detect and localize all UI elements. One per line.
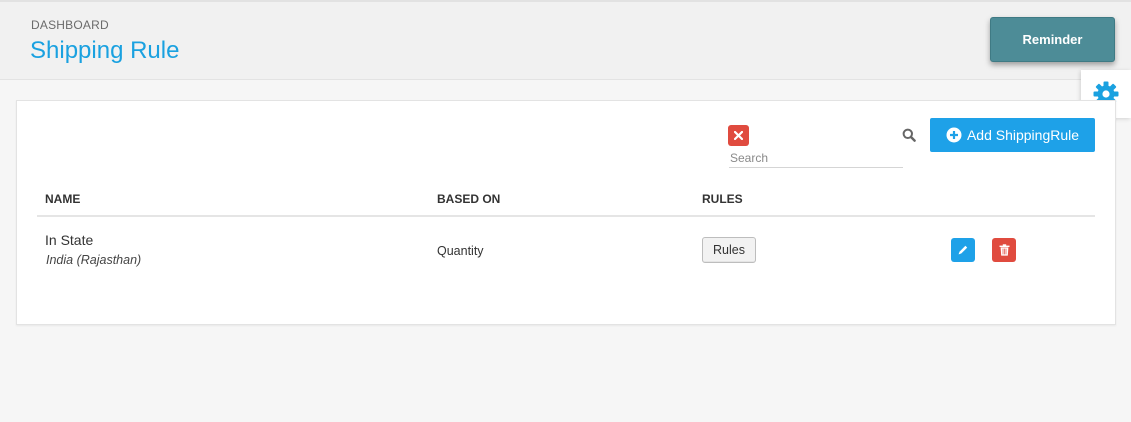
search-input[interactable] — [729, 149, 903, 168]
trash-icon — [999, 244, 1009, 256]
clear-search-button[interactable] — [728, 125, 749, 146]
rule-based-on: Quantity — [437, 244, 484, 258]
close-icon — [734, 131, 743, 140]
column-header-based-on: BASED ON — [437, 192, 501, 206]
pencil-icon — [958, 245, 968, 255]
search-icon[interactable] — [902, 128, 916, 142]
delete-button[interactable] — [992, 238, 1016, 262]
page-title: Shipping Rule — [30, 37, 180, 64]
plus-circle-icon — [946, 127, 962, 143]
table-header-divider — [37, 215, 1095, 217]
column-header-name: NAME — [45, 192, 81, 206]
edit-button[interactable] — [951, 238, 975, 262]
breadcrumb[interactable]: DASHBOARD — [31, 18, 109, 32]
add-shipping-rule-button[interactable]: Add ShippingRule — [930, 118, 1095, 152]
column-header-rules: RULES — [702, 192, 743, 206]
page-header: DASHBOARD Shipping Rule — [0, 0, 1131, 80]
rules-button[interactable]: Rules — [702, 237, 756, 263]
reminder-button[interactable]: Reminder — [990, 17, 1115, 62]
rule-location: India (Rajasthan) — [46, 253, 142, 267]
rule-name: In State — [45, 232, 94, 248]
add-shipping-rule-label: Add ShippingRule — [966, 127, 1080, 143]
